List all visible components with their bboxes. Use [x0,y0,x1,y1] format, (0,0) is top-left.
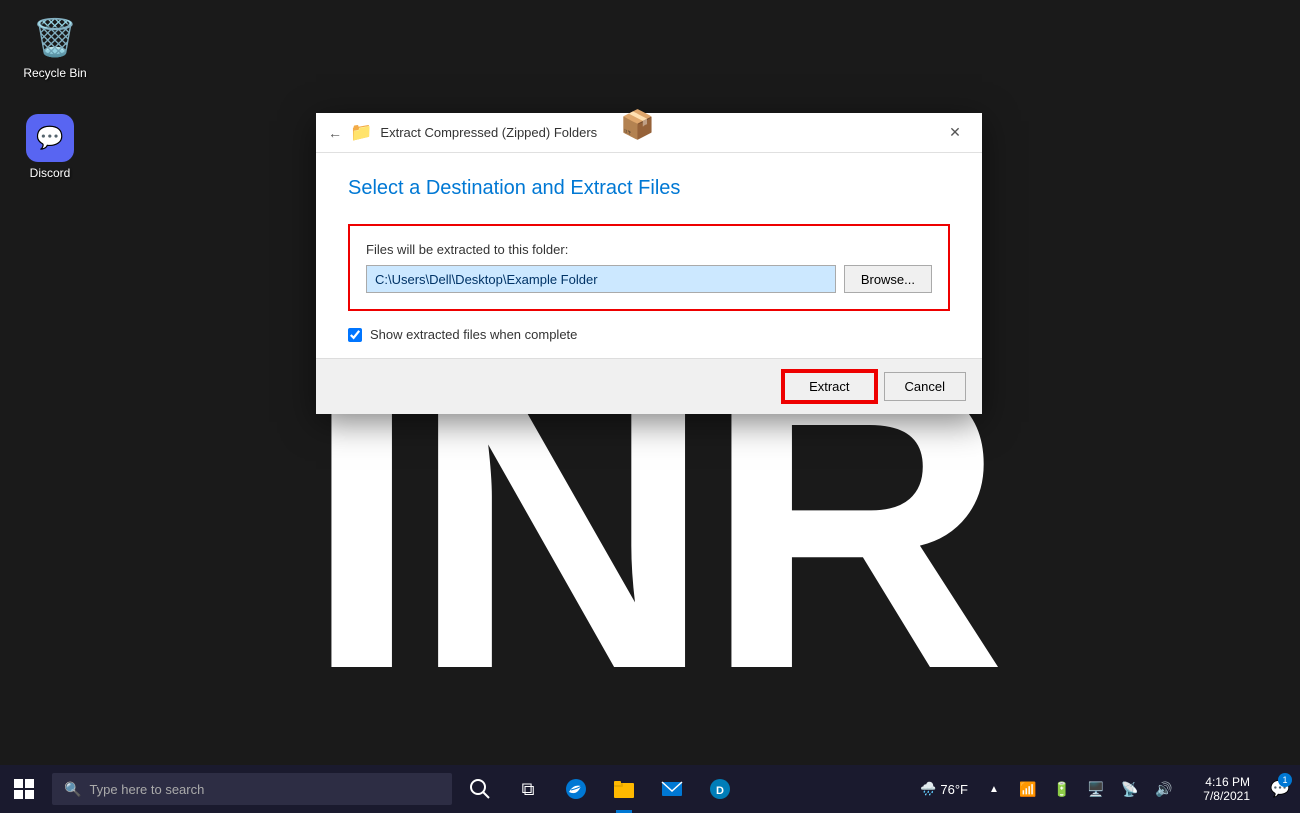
browse-button[interactable]: Browse... [844,265,932,293]
zip-file-icon: 📦 [620,108,655,141]
extract-dialog: ← 📁 Extract Compressed (Zipped) Folders … [316,113,982,414]
taskbar-edge[interactable] [552,765,600,813]
close-button[interactable]: ✕ [940,118,970,148]
tray-network[interactable]: 📶 [1012,765,1044,813]
dialog-heading: Select a Destination and Extract Files [348,177,950,200]
system-tray: 🌧️ 76°F ▲ 📶 🔋 🖥️ 📡 🔊 4:16 PM 7/8/2021 💬 … [912,765,1300,813]
start-button[interactable] [0,765,48,813]
taskbar: 🔍 Type here to search ⧉ [0,765,1300,813]
extract-label: Files will be extracted to this folder: [366,242,932,257]
dialog-footer: Extract Cancel [316,358,982,414]
extract-button[interactable]: Extract [783,371,875,402]
notification-badge: 1 [1278,773,1292,787]
search-bar[interactable]: 🔍 Type here to search [52,773,452,805]
weather-icon: 🌧️ [920,781,936,797]
path-input[interactable] [366,265,836,293]
desktop: INR 🗑️ Recycle Bin 💬 Discord 📦 ← 📁 Extra… [0,0,1300,813]
folder-zip-icon: 📁 [350,122,372,143]
discord-image: 💬 [26,114,74,162]
tray-display[interactable]: 🖥️ [1080,765,1112,813]
search-placeholder: Type here to search [89,782,204,797]
recycle-bin-icon[interactable]: 🗑️ Recycle Bin [15,10,95,84]
clock-time: 4:16 PM [1205,775,1250,789]
taskbar-file-explorer[interactable] [600,765,648,813]
clock-date: 7/8/2021 [1203,789,1250,803]
tray-battery[interactable]: 🔋 [1046,765,1078,813]
recycle-bin-image: 🗑️ [31,14,79,62]
svg-text:D: D [716,785,724,797]
recycle-bin-label: Recycle Bin [23,66,86,80]
discord-desktop-icon[interactable]: 💬 Discord [10,110,90,184]
weather-widget[interactable]: 🌧️ 76°F [912,765,976,813]
taskbar-dell[interactable]: D [696,765,744,813]
dialog-title: Extract Compressed (Zipped) Folders [380,125,597,140]
tray-volume[interactable]: 🔊 [1148,765,1180,813]
cancel-button[interactable]: Cancel [884,372,966,401]
show-extracted-checkbox[interactable] [348,328,362,342]
extract-path-box: Files will be extracted to this folder: … [348,224,950,311]
titlebar-left: ← 📁 Extract Compressed (Zipped) Folders [328,122,597,143]
dialog-content: Select a Destination and Extract Files F… [316,153,982,358]
clock[interactable]: 4:16 PM 7/8/2021 [1182,765,1262,813]
back-arrow-icon[interactable]: ← [328,125,342,141]
search-icon: 🔍 [64,781,81,798]
tray-wifi[interactable]: 📡 [1114,765,1146,813]
taskbar-search-app[interactable] [456,765,504,813]
show-extracted-label: Show extracted files when complete [370,327,577,342]
show-extracted-row: Show extracted files when complete [348,327,950,342]
taskbar-pinned: ⧉ [456,765,744,813]
taskbar-mail[interactable] [648,765,696,813]
discord-label: Discord [30,166,71,180]
weather-temp: 76°F [940,782,968,797]
notification-button[interactable]: 💬 1 [1264,765,1296,813]
path-row: Browse... [366,265,932,293]
taskbar-task-view[interactable]: ⧉ [504,765,552,813]
tray-chevron[interactable]: ▲ [978,765,1010,813]
